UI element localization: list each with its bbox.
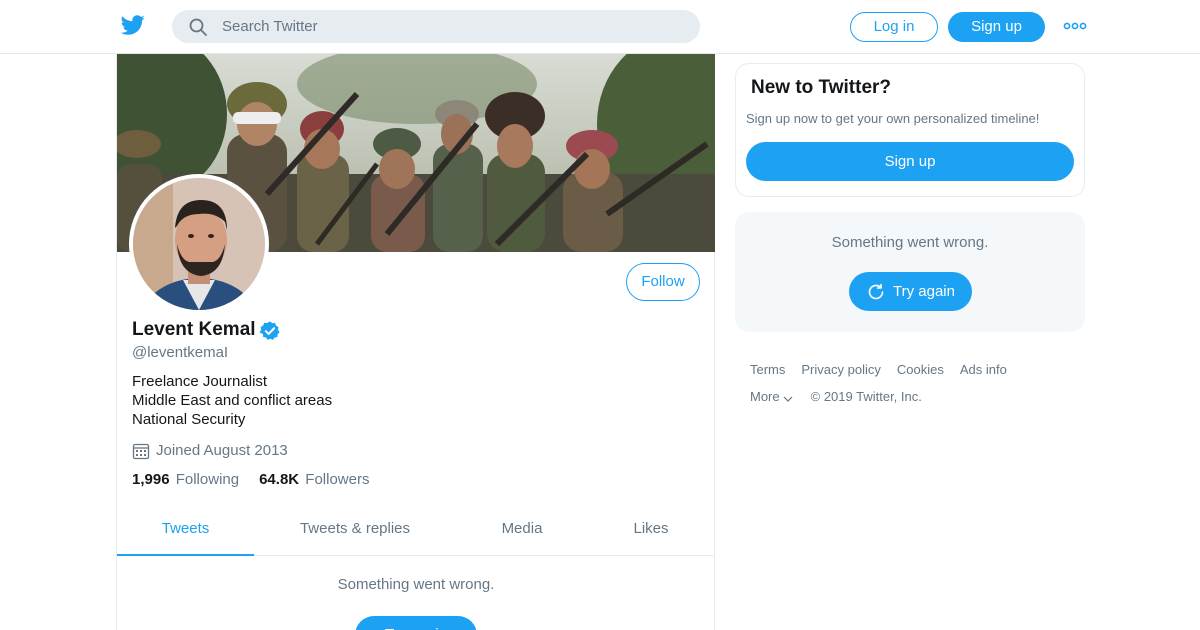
refresh-icon	[868, 283, 884, 299]
footer-more-dropdown[interactable]: More	[750, 389, 793, 404]
profile-bio: Freelance Journalist Middle East and con…	[132, 372, 332, 429]
login-button[interactable]: Log in	[850, 12, 938, 42]
new-to-twitter-title: New to Twitter?	[751, 77, 892, 98]
tab-likes[interactable]: Likes	[617, 506, 685, 556]
try-again-button[interactable]: Try again	[849, 272, 972, 311]
sidebar-error-message: Something went wrong.	[831, 234, 989, 251]
footer-links: Terms Privacy policy Cookies Ads info Mo…	[750, 362, 1085, 416]
followers-stat[interactable]: 64.8K Followers	[259, 471, 369, 488]
joined-date: Joined August 2013	[132, 440, 288, 460]
profile-column: Follow Levent Kemal @leventkemaI Freelan…	[116, 54, 715, 630]
joined-text: Joined August 2013	[156, 441, 288, 459]
footer-link-terms[interactable]: Terms	[750, 362, 785, 377]
footer-copyright: © 2019 Twitter, Inc.	[810, 389, 922, 404]
tab-tweets-replies[interactable]: Tweets & replies	[285, 506, 425, 556]
top-navigation-bar: Log in Sign up	[0, 0, 1200, 54]
profile-name-row: Levent Kemal	[132, 318, 281, 342]
more-dots-icon[interactable]	[1063, 20, 1087, 32]
profile-tabs: Tweets Tweets & replies Media Likes	[117, 506, 715, 556]
chevron-down-icon	[783, 396, 793, 402]
verified-badge-icon	[259, 321, 280, 340]
new-to-twitter-description: Sign up now to get your own personalized…	[746, 111, 1040, 126]
try-again-label: Try again	[893, 283, 955, 300]
new-to-twitter-card: New to Twitter? Sign up now to get your …	[735, 63, 1085, 197]
calendar-icon	[132, 443, 150, 460]
followers-label: Followers	[305, 471, 370, 488]
avatar-image	[133, 178, 265, 310]
search-input[interactable]	[222, 10, 682, 43]
profile-name: Levent Kemal	[132, 319, 256, 340]
timeline-error-message: Something went wrong.	[337, 576, 495, 593]
followers-count: 64.8K	[259, 471, 300, 488]
footer-link-cookies[interactable]: Cookies	[897, 362, 944, 377]
tab-tweets[interactable]: Tweets	[117, 506, 254, 556]
footer-link-privacy[interactable]: Privacy policy	[801, 362, 880, 377]
footer-more-label: More	[750, 389, 780, 404]
bio-line: National Security	[132, 411, 246, 428]
bio-line: Freelance Journalist	[132, 373, 268, 390]
profile-avatar[interactable]	[129, 174, 269, 314]
following-count: 1,996	[132, 471, 170, 488]
search-icon	[189, 18, 207, 36]
profile-stats: 1,996 Following 64.8K Followers	[132, 471, 389, 488]
timeline-retry-button[interactable]: Try again	[355, 616, 477, 630]
following-stat[interactable]: 1,996 Following	[132, 471, 239, 488]
sidebar-signup-button[interactable]: Sign up	[746, 142, 1074, 181]
profile-handle: @leventkemaI	[132, 344, 229, 361]
twitter-bird-icon[interactable]	[120, 13, 146, 37]
sidebar-error-card: Something went wrong. Try again	[735, 212, 1085, 332]
bio-line: Middle East and conflict areas	[132, 392, 333, 409]
following-label: Following	[175, 471, 240, 488]
follow-button[interactable]: Follow	[626, 263, 700, 301]
signup-button[interactable]: Sign up	[948, 12, 1045, 42]
tab-media[interactable]: Media	[487, 506, 557, 556]
search-box[interactable]	[172, 10, 700, 43]
footer-link-ads-info[interactable]: Ads info	[960, 362, 1007, 377]
